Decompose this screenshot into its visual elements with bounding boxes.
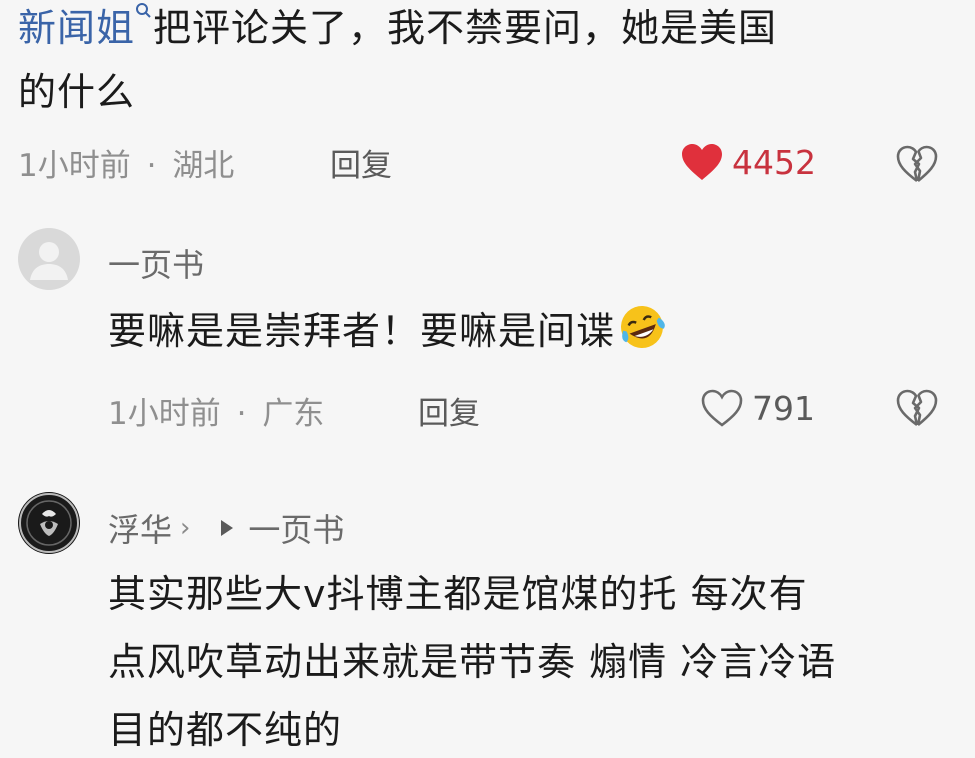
comment-2-text-content: 要嘛是是崇拜者！要嘛是间谍 xyxy=(108,309,616,353)
comment-2-text: 要嘛是是崇拜者！要嘛是间谍 xyxy=(108,302,669,359)
comment-3-header: 浮华 › 一页书 xyxy=(108,505,344,551)
comment-1-text-line2: 的什么 xyxy=(18,70,136,114)
comment-3-text-line3: 目的都不纯的 xyxy=(108,708,343,752)
comment-2-like-button[interactable]: 791 xyxy=(700,388,815,428)
heart-filled-icon xyxy=(682,144,722,180)
comment-2-username[interactable]: 一页书 xyxy=(108,240,204,286)
comment-3-text-line1: 其实那些大v抖博主都是馆煤的托 每次有 xyxy=(108,572,808,616)
play-arrow-icon xyxy=(221,520,234,536)
comment-1-reply-button[interactable]: 回复 xyxy=(330,140,392,185)
topic-link[interactable]: 新闻姐 xyxy=(18,6,135,50)
comment-1-meta: 1小时前 · 湖北 xyxy=(18,140,234,185)
broken-heart-icon[interactable] xyxy=(895,388,939,428)
avatar-comment-3[interactable] xyxy=(18,492,80,554)
comment-1-like-count: 4452 xyxy=(732,142,816,182)
meta-separator: · xyxy=(236,396,247,432)
meta-separator: · xyxy=(146,148,157,184)
comment-1-like-button[interactable]: 4452 xyxy=(680,142,816,182)
avatar-comment-2[interactable] xyxy=(18,228,80,290)
comment-2-like-count: 791 xyxy=(752,388,815,428)
comment-1-text-rest: 把评论关了，我不禁要问，她是美国 xyxy=(153,6,778,50)
comment-3-reply-to[interactable]: 一页书 xyxy=(248,505,344,551)
chevron-right-icon: › xyxy=(180,513,191,543)
comment-2-reply-button[interactable]: 回复 xyxy=(418,388,480,433)
heart-outline-icon xyxy=(701,389,743,427)
comment-2-location: 广东 xyxy=(262,396,325,432)
comment-2-time: 1小时前 xyxy=(108,396,221,432)
comment-1-location: 湖北 xyxy=(172,148,235,184)
comment-1-time: 1小时前 xyxy=(18,148,131,184)
default-avatar-icon xyxy=(30,242,68,280)
comment-3-username[interactable]: 浮华 xyxy=(108,505,172,551)
laughing-tears-emoji-icon xyxy=(621,306,665,348)
comment-1-text: 新闻姐 把评论关了，我不禁要问，她是美国 xyxy=(18,0,968,56)
comment-3-text-line2: 点风吹草动出来就是带节奏 煽情 冷言冷语 xyxy=(108,640,837,684)
comment-2-meta: 1小时前 · 广东 xyxy=(108,388,324,433)
broken-heart-icon[interactable] xyxy=(895,144,939,184)
search-icon xyxy=(136,3,151,18)
user-avatar-image xyxy=(19,493,79,553)
